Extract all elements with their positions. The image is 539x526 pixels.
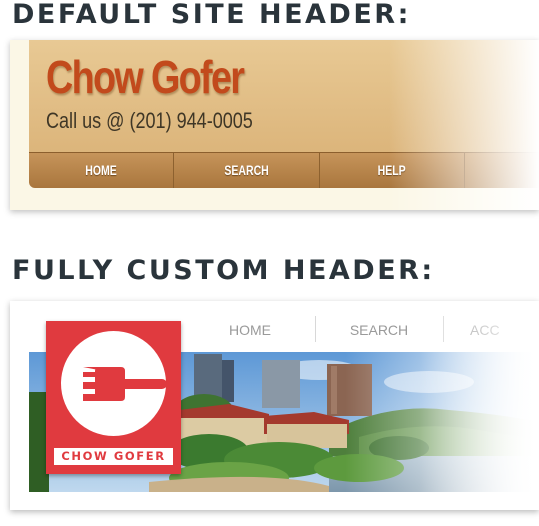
- phone-number: Call us @ (201) 944-0005: [46, 108, 253, 133]
- default-nav-bar: HOME SEARCH HELP: [29, 152, 539, 188]
- logo-circle: [61, 331, 167, 436]
- default-header-preview: Chow Gofer Call us @ (201) 944-0005 HOME…: [10, 40, 539, 210]
- nav-search-button[interactable]: SEARCH: [174, 153, 320, 188]
- default-header-title: DEFAULT SITE HEADER:: [12, 0, 411, 30]
- nav-divider: [443, 316, 444, 342]
- chow-gofer-logo[interactable]: CHOW GOFER: [46, 321, 181, 474]
- logo-wordmark: CHOW GOFER: [54, 448, 173, 465]
- custom-nav-search[interactable]: SEARCH: [340, 319, 418, 341]
- custom-header-preview: HOME SEARCH ACC CHOW GOFER: [10, 301, 539, 510]
- fork-icon: [83, 367, 167, 401]
- nav-home-button[interactable]: HOME: [29, 153, 174, 188]
- custom-header-title: FULLY CUSTOM HEADER:: [12, 255, 435, 286]
- custom-nav-home[interactable]: HOME: [215, 319, 285, 341]
- nav-help-button[interactable]: HELP: [320, 153, 465, 188]
- nav-divider: [315, 316, 316, 342]
- site-brand-name[interactable]: Chow Gofer: [46, 50, 245, 104]
- nav-item-partial[interactable]: [465, 153, 539, 188]
- custom-nav-account[interactable]: ACC: [470, 319, 520, 341]
- header-banner: Chow Gofer Call us @ (201) 944-0005: [29, 40, 539, 152]
